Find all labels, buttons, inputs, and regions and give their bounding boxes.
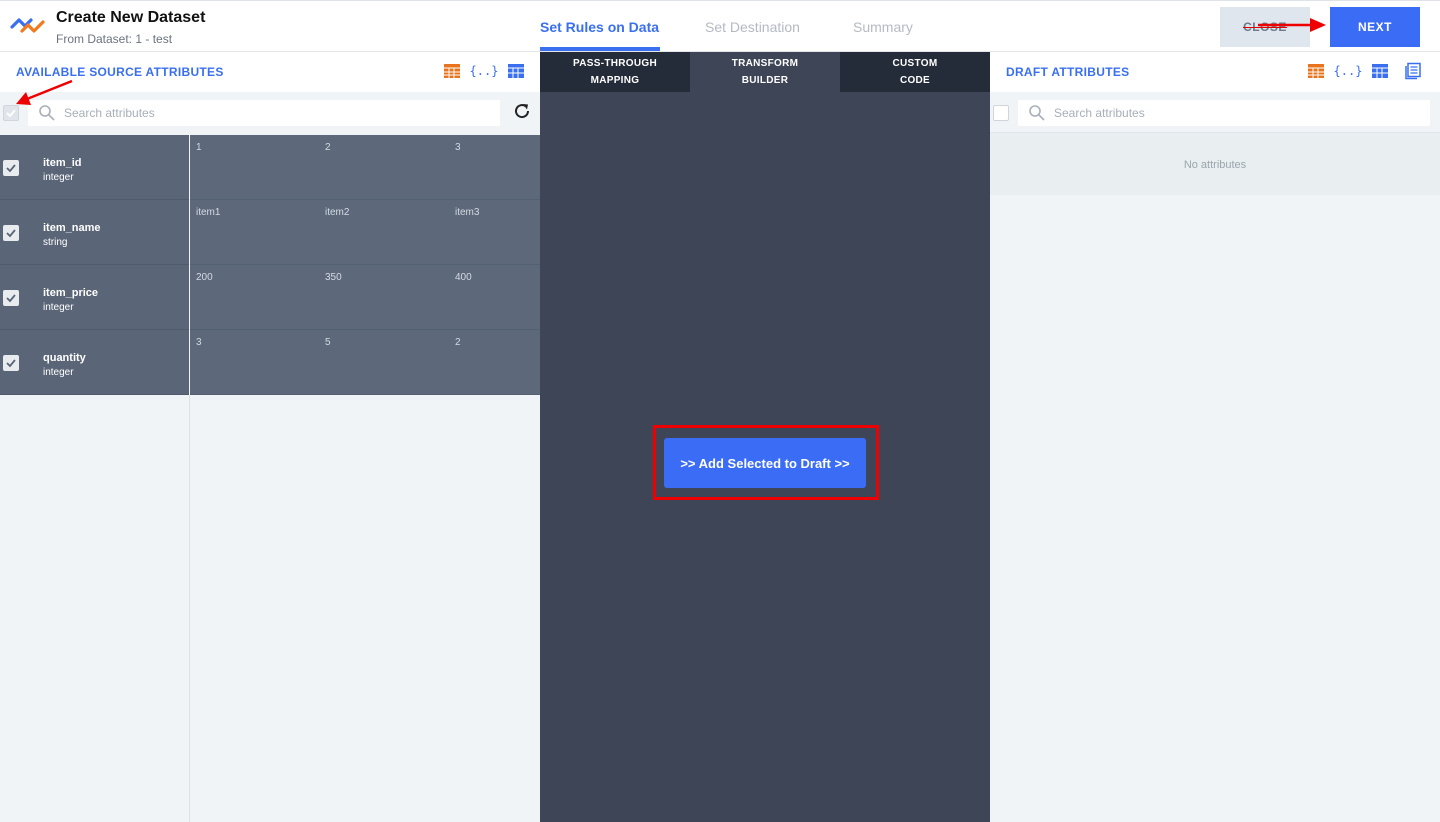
draft-search-input[interactable] [1054, 100, 1424, 126]
preview-cell: 1 [196, 142, 202, 153]
preview-cell: 200 [196, 272, 213, 283]
data-preview-grid: 1 2 3 item1 item2 item3 200 350 400 3 5 … [190, 135, 540, 395]
attribute-row[interactable]: item_name string [0, 200, 189, 265]
preview-cell: 5 [325, 337, 331, 348]
checkmark-icon [6, 359, 16, 368]
checkmark-icon [6, 164, 16, 173]
preview-cell: 2 [325, 142, 331, 153]
tab-transform-builder[interactable]: TRANSFORM BUILDER [690, 52, 840, 92]
table-view-icon[interactable] [1307, 62, 1325, 80]
tab-label-line: CODE [899, 75, 931, 86]
draft-attribute-list: No attributes [990, 133, 1440, 195]
preview-cell: item1 [196, 207, 221, 218]
attribute-type: integer [43, 367, 74, 378]
next-button[interactable]: NEXT [1330, 7, 1420, 47]
attribute-checkbox[interactable] [3, 225, 19, 241]
attribute-type: integer [43, 172, 74, 183]
attribute-checkbox[interactable] [3, 355, 19, 371]
source-attribute-list: item_id integer item_name string item_pr… [0, 135, 189, 395]
search-icon [39, 105, 55, 121]
tab-label-line: BUILDER [741, 75, 789, 86]
preview-row: 200 350 400 [190, 265, 540, 330]
tab-custom-code[interactable]: CUSTOM CODE [840, 52, 990, 92]
source-search-input[interactable] [64, 100, 494, 126]
grid-view-icon[interactable] [507, 62, 525, 80]
grid-view-icon[interactable] [1371, 62, 1389, 80]
draft-attributes-title: DRAFT ATTRIBUTES [1006, 65, 1130, 79]
attribute-row[interactable]: quantity integer [0, 330, 189, 395]
preview-cell: item3 [455, 207, 480, 218]
attribute-checkbox[interactable] [3, 160, 19, 176]
checkmark-icon [6, 294, 16, 303]
document-view-icon[interactable] [1404, 62, 1422, 80]
attribute-row[interactable]: item_id integer [0, 135, 189, 200]
search-icon [1029, 105, 1045, 121]
preview-cell: 400 [455, 272, 472, 283]
draft-search-row [990, 92, 1440, 133]
header: Create New Dataset From Dataset: 1 - tes… [0, 0, 1440, 52]
table-view-icon[interactable] [443, 62, 461, 80]
tab-pass-through-mapping[interactable]: PASS-THROUGH MAPPING [540, 52, 690, 92]
column-divider [189, 395, 190, 822]
active-step-indicator [540, 47, 660, 51]
source-attributes-header: AVAILABLE SOURCE ATTRIBUTES {..} [0, 52, 540, 92]
preview-cell: 3 [196, 337, 202, 348]
source-attributes-panel: AVAILABLE SOURCE ATTRIBUTES {..} Search … [0, 52, 540, 822]
attribute-name: item_id [43, 157, 82, 169]
preview-cell: item2 [325, 207, 350, 218]
refresh-icon[interactable] [512, 101, 532, 121]
tab-label-line: PASS-THROUGH [573, 58, 657, 69]
tab-label-line: MAPPING [590, 75, 640, 86]
app-logo-icon [10, 18, 45, 33]
draft-attributes-panel: DRAFT ATTRIBUTES {..} No attributes [990, 52, 1440, 822]
attribute-name: item_name [43, 222, 101, 234]
draft-select-all-checkbox[interactable] [993, 105, 1009, 121]
step-set-rules[interactable]: Set Rules on Data [540, 19, 659, 35]
attribute-checkbox[interactable] [3, 290, 19, 306]
tab-label-line: CUSTOM [892, 58, 938, 69]
tab-label-line: TRANSFORM [731, 58, 799, 69]
json-view-icon[interactable]: {..} [1334, 62, 1363, 80]
page-title: Create New Dataset [56, 9, 206, 26]
transform-panel: PASS-THROUGH MAPPING TRANSFORM BUILDER CUS… [540, 52, 990, 822]
preview-row: 1 2 3 [190, 135, 540, 200]
draft-search-box [1018, 100, 1430, 126]
draft-attributes-header: DRAFT ATTRIBUTES {..} [990, 52, 1440, 92]
attribute-name: quantity [43, 352, 86, 364]
preview-cell: 3 [455, 142, 461, 153]
page-subtitle: From Dataset: 1 - test [56, 32, 173, 46]
source-attributes-title: AVAILABLE SOURCE ATTRIBUTES [16, 65, 224, 79]
attribute-type: string [43, 237, 68, 248]
attribute-row[interactable]: item_price integer [0, 265, 189, 330]
preview-row: item1 item2 item3 [190, 200, 540, 265]
select-all-checkbox[interactable] [3, 105, 19, 121]
json-view-icon[interactable]: {..} [470, 62, 499, 80]
checkmark-icon [6, 229, 16, 238]
empty-state-text: No attributes [1183, 159, 1247, 171]
checkmark-icon [6, 109, 16, 118]
step-set-destination[interactable]: Set Destination [705, 19, 800, 35]
source-search-row [0, 92, 540, 134]
preview-cell: 350 [325, 272, 342, 283]
attribute-type: integer [43, 302, 74, 313]
preview-row: 3 5 2 [190, 330, 540, 395]
source-search-box [28, 100, 500, 126]
add-selected-to-draft-button[interactable]: >> Add Selected to Draft >> [664, 438, 866, 488]
step-summary[interactable]: Summary [853, 19, 913, 35]
preview-cell: 2 [455, 337, 461, 348]
close-button[interactable]: CLOSE [1220, 7, 1310, 47]
attribute-name: item_price [43, 287, 99, 299]
